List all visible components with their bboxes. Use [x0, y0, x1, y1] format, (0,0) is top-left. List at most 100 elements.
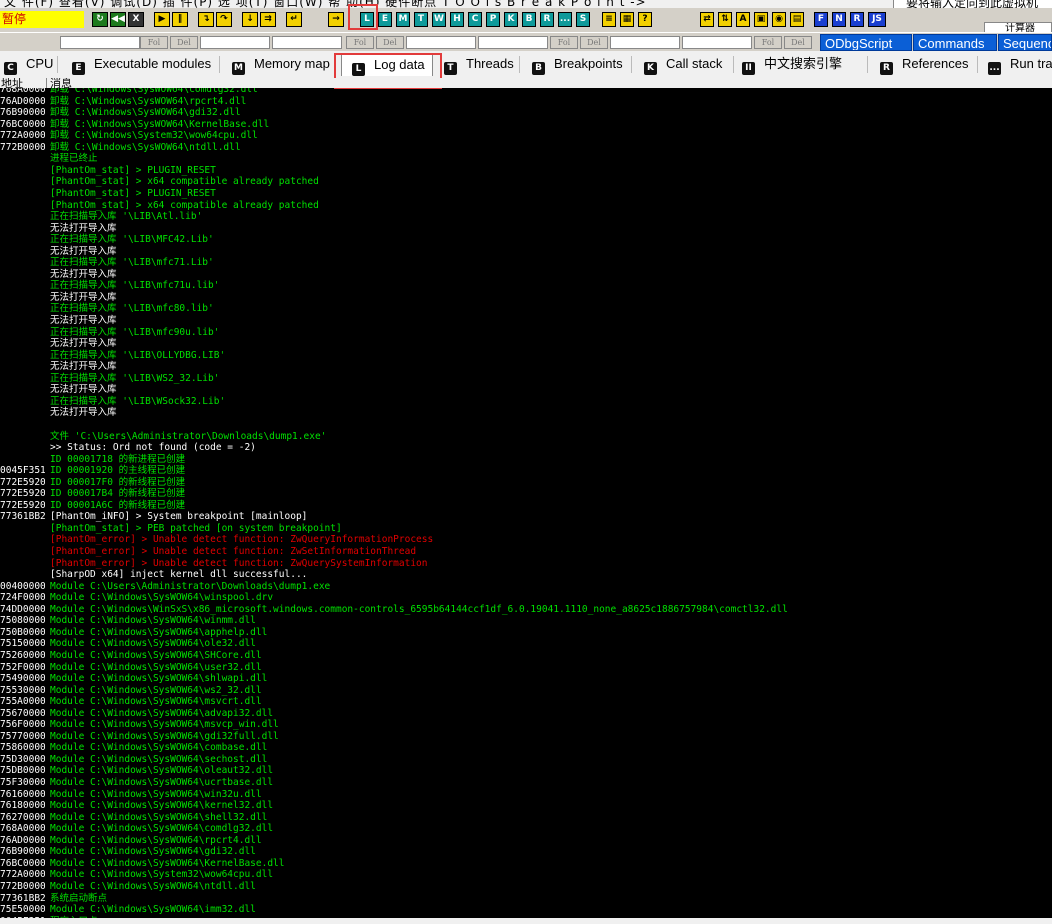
tab-call-stack[interactable]: K Call stack — [634, 53, 734, 76]
toolbar-button-b[interactable]: B — [522, 12, 536, 27]
log-row[interactable]: 75530000 Module C:\Windows\SysWOW64\ws2_3… — [0, 685, 1052, 697]
toolbar-button-w[interactable]: W — [432, 12, 446, 27]
log-row[interactable]: 76B90000 Module C:\Windows\SysWOW64\gdi32… — [0, 846, 1052, 858]
follow-button-1[interactable]: Fol — [140, 36, 168, 49]
log-row[interactable]: 76160000 Module C:\Windows\SysWOW64\win32… — [0, 789, 1052, 801]
search-field-7[interactable] — [682, 36, 752, 49]
log-row[interactable]: 正在扫描导入库 '\LIB\OLLYDBG.LIB' — [0, 350, 1052, 362]
log-row[interactable]: 75DB0000 Module C:\Windows\SysWOW64\oleau… — [0, 765, 1052, 777]
toolbar-button-t[interactable]: T — [414, 12, 428, 27]
odbgscript-button[interactable]: ODbgScript — [820, 34, 912, 51]
log-row[interactable]: 无法打开导入库 — [0, 315, 1052, 327]
log-row[interactable]: 74DD0000 Module C:\Windows\WinSxS\x86_mic… — [0, 604, 1052, 616]
log-row[interactable]: 文件 'C:\Users\Administrator\Downloads\dum… — [0, 431, 1052, 443]
trace-over-icon[interactable]: ⇉ — [260, 12, 276, 27]
memory-icon[interactable]: ▣ — [754, 12, 768, 27]
sequence-button[interactable]: Sequence — [998, 34, 1052, 51]
log-row[interactable]: 75770000 Module C:\Windows\SysWOW64\gdi32… — [0, 731, 1052, 743]
log-row[interactable]: 75260000 Module C:\Windows\SysWOW64\SHCor… — [0, 650, 1052, 662]
log-row[interactable]: 768A0000 Module C:\Windows\SysWOW64\comdl… — [0, 823, 1052, 835]
delete-button-4[interactable]: Del — [784, 36, 812, 49]
execute-till-return-icon[interactable]: ↵ — [286, 12, 302, 27]
log-row[interactable]: 无法打开导入库 — [0, 361, 1052, 373]
delete-button-3[interactable]: Del — [580, 36, 608, 49]
log-row[interactable]: 772E5920 ID 000017F0 的新线程已创建 — [0, 477, 1052, 489]
log-row[interactable]: 76AD0000 卸载 C:\Windows\SysWOW64\rpcrt4.dl… — [0, 96, 1052, 108]
log-row[interactable]: 75150000 Module C:\Windows\SysWOW64\ole32… — [0, 638, 1052, 650]
log-row[interactable]: 75080000 Module C:\Windows\SysWOW64\winmm… — [0, 615, 1052, 627]
log-row[interactable]: 正在扫描导入库 '\LIB\mfc71u.lib' — [0, 280, 1052, 292]
log-row[interactable]: 75E50000 Module C:\Windows\SysWOW64\imm32… — [0, 904, 1052, 916]
log-row[interactable]: 75D30000 Module C:\Windows\SysWOW64\secho… — [0, 754, 1052, 766]
tab-breakpoints[interactable]: B Breakpoints — [522, 53, 632, 76]
log-row[interactable]: 768A0000 卸载 C:\Windows\SysWOW64\comdlg32.… — [0, 88, 1052, 96]
commands-button[interactable]: Commands — [913, 34, 997, 51]
log-row[interactable]: ID 00001718 的新进程已创建 — [0, 454, 1052, 466]
log-row[interactable]: 77361BB2 [PhantOm_iNFO] > System breakpo… — [0, 511, 1052, 523]
log-row[interactable]: 772B0000 卸载 C:\Windows\SysWOW64\ntdll.dll — [0, 142, 1052, 154]
log-row[interactable] — [0, 419, 1052, 431]
log-row[interactable]: 77361BB2 系统启动断点 — [0, 893, 1052, 905]
delete-button-1[interactable]: Del — [170, 36, 198, 49]
tab-chinese-search[interactable]: II 中文搜索引擎 — [736, 53, 868, 76]
tab-references[interactable]: R References — [870, 53, 978, 76]
toolbar-button-c[interactable]: C — [468, 12, 482, 27]
log-row[interactable]: 无法打开导入库 — [0, 384, 1052, 396]
log-row[interactable]: 752F0000 Module C:\Windows\SysWOW64\user3… — [0, 662, 1052, 674]
log-row[interactable]: 75860000 Module C:\Windows\SysWOW64\comba… — [0, 742, 1052, 754]
log-row[interactable]: 724F0000 Module C:\Windows\SysWOW64\winsp… — [0, 592, 1052, 604]
log-row[interactable]: 75F30000 Module C:\Windows\SysWOW64\ucrtb… — [0, 777, 1052, 789]
tab-memory-map[interactable]: M Memory map — [222, 53, 340, 76]
log-row[interactable]: 76270000 Module C:\Windows\SysWOW64\shell… — [0, 812, 1052, 824]
delete-button-2[interactable]: Del — [376, 36, 404, 49]
log-row[interactable]: 正在扫描导入库 '\LIB\mfc71.Lib' — [0, 257, 1052, 269]
follow-button-4[interactable]: Fol — [754, 36, 782, 49]
log-row[interactable]: 772E5920 ID 00001A6C 的新线程已创建 — [0, 500, 1052, 512]
step-into-icon[interactable]: ↴ — [198, 12, 214, 27]
toolbar-button-h[interactable]: H — [450, 12, 464, 27]
search-field-3[interactable] — [272, 36, 342, 49]
follow-button-2[interactable]: Fol — [346, 36, 374, 49]
log-row[interactable]: 正在扫描导入库 '\LIB\mfc90u.lib' — [0, 327, 1052, 339]
target-icon[interactable]: ◉ — [772, 12, 786, 27]
log-row[interactable]: [PhantOm_error] > Unable detect function… — [0, 546, 1052, 558]
tab-executable-modules[interactable]: E Executable modules — [60, 53, 220, 76]
step-over-icon[interactable]: ↷ — [216, 12, 232, 27]
toolbar-button-js[interactable]: JS — [868, 12, 886, 27]
log-row[interactable]: 无法打开导入库 — [0, 223, 1052, 235]
list-icon[interactable]: ≡ — [602, 12, 616, 27]
toolbar-button-trace[interactable]: ... — [558, 12, 572, 27]
log-row[interactable]: 无法打开导入库 — [0, 269, 1052, 281]
toolbar-button-r2[interactable]: R — [850, 12, 864, 27]
log-row[interactable]: 无法打开导入库 — [0, 246, 1052, 258]
log-row[interactable]: 772A0000 Module C:\Windows\System32\wow64… — [0, 869, 1052, 881]
pause-icon[interactable]: ‖ — [172, 12, 188, 27]
toolbar-button-r[interactable]: R — [540, 12, 554, 27]
toolbar-button-e[interactable]: E — [378, 12, 392, 27]
search-field-6[interactable] — [610, 36, 680, 49]
log-row[interactable]: 正在扫描导入库 '\LIB\mfc80.lib' — [0, 303, 1052, 315]
rewind-icon[interactable]: ◀◀ — [110, 12, 126, 27]
table-icon[interactable]: ▤ — [790, 12, 804, 27]
trace-into-icon[interactable]: ↓ — [242, 12, 258, 27]
log-row[interactable]: 正在扫描导入库 '\LIB\Atl.lib' — [0, 211, 1052, 223]
toolbar-button-f[interactable]: F — [814, 12, 828, 27]
swap-icon[interactable]: ⇄ — [700, 12, 714, 27]
restart-icon[interactable]: ↻ — [92, 12, 108, 27]
log-row[interactable]: [PhantOm_stat] > PEB patched [on system … — [0, 523, 1052, 535]
address-column-header[interactable]: 地址 — [1, 78, 23, 88]
log-row[interactable]: [SharpOD x64] inject kernel dll successf… — [0, 569, 1052, 581]
log-row[interactable]: 00400000 Module C:\Users\Administrator\Do… — [0, 581, 1052, 593]
search-field-1[interactable] — [60, 36, 140, 49]
log-window[interactable]: 768A0000 卸载 C:\Windows\SysWOW64\comdlg32.… — [0, 88, 1052, 918]
log-row[interactable]: 772A0000 卸载 C:\Windows\System32\wow64cpu.… — [0, 130, 1052, 142]
log-row[interactable]: [PhantOm_stat] > PLUGIN_RESET — [0, 188, 1052, 200]
tab-threads[interactable]: T Threads — [434, 53, 520, 76]
log-row[interactable]: 76180000 Module C:\Windows\SysWOW64\kerne… — [0, 800, 1052, 812]
log-row[interactable]: 0045F351 ID 00001920 的主线程已创建 — [0, 465, 1052, 477]
toolbar-button-m[interactable]: M — [396, 12, 410, 27]
search-field-2[interactable] — [200, 36, 270, 49]
log-row[interactable]: 75670000 Module C:\Windows\SysWOW64\advap… — [0, 708, 1052, 720]
help-icon[interactable]: ? — [638, 12, 652, 27]
log-row[interactable]: 76BC0000 Module C:\Windows\SysWOW64\Kerne… — [0, 858, 1052, 870]
